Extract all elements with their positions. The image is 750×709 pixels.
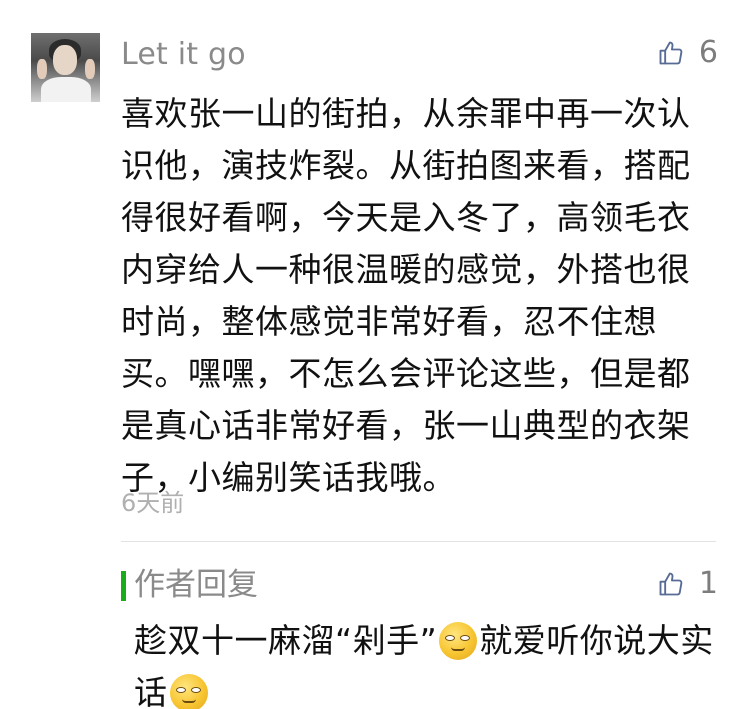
divider [121, 541, 716, 542]
thumbs-up-icon [659, 572, 683, 596]
reply-text: 趁双十一麻溜“剁手” 就爱听你说大实话 [134, 615, 714, 709]
avatar[interactable] [31, 33, 100, 102]
comment-timestamp: 6天前 [121, 489, 185, 517]
thumbs-up-icon [659, 41, 683, 65]
comment-text: 喜欢张一山的街拍，从余罪中再一次认识他，演技炸裂。从街拍图来看，搭配得很好看啊，… [121, 94, 691, 497]
thinking-emoji-icon [169, 674, 208, 709]
reply-text-part1: 趁双十一麻溜“剁手” [134, 621, 438, 660]
comment-like-button[interactable]: 6 [657, 35, 718, 71]
author-reply-marker [121, 571, 126, 601]
reply-like-button[interactable]: 1 [657, 566, 718, 602]
smirk-emoji-icon [439, 622, 478, 660]
comment-like-count: 6 [698, 35, 718, 70]
comment-username: Let it go [121, 37, 246, 72]
author-reply-label: 作者回复 [134, 567, 258, 603]
reply-like-count: 1 [698, 566, 718, 601]
